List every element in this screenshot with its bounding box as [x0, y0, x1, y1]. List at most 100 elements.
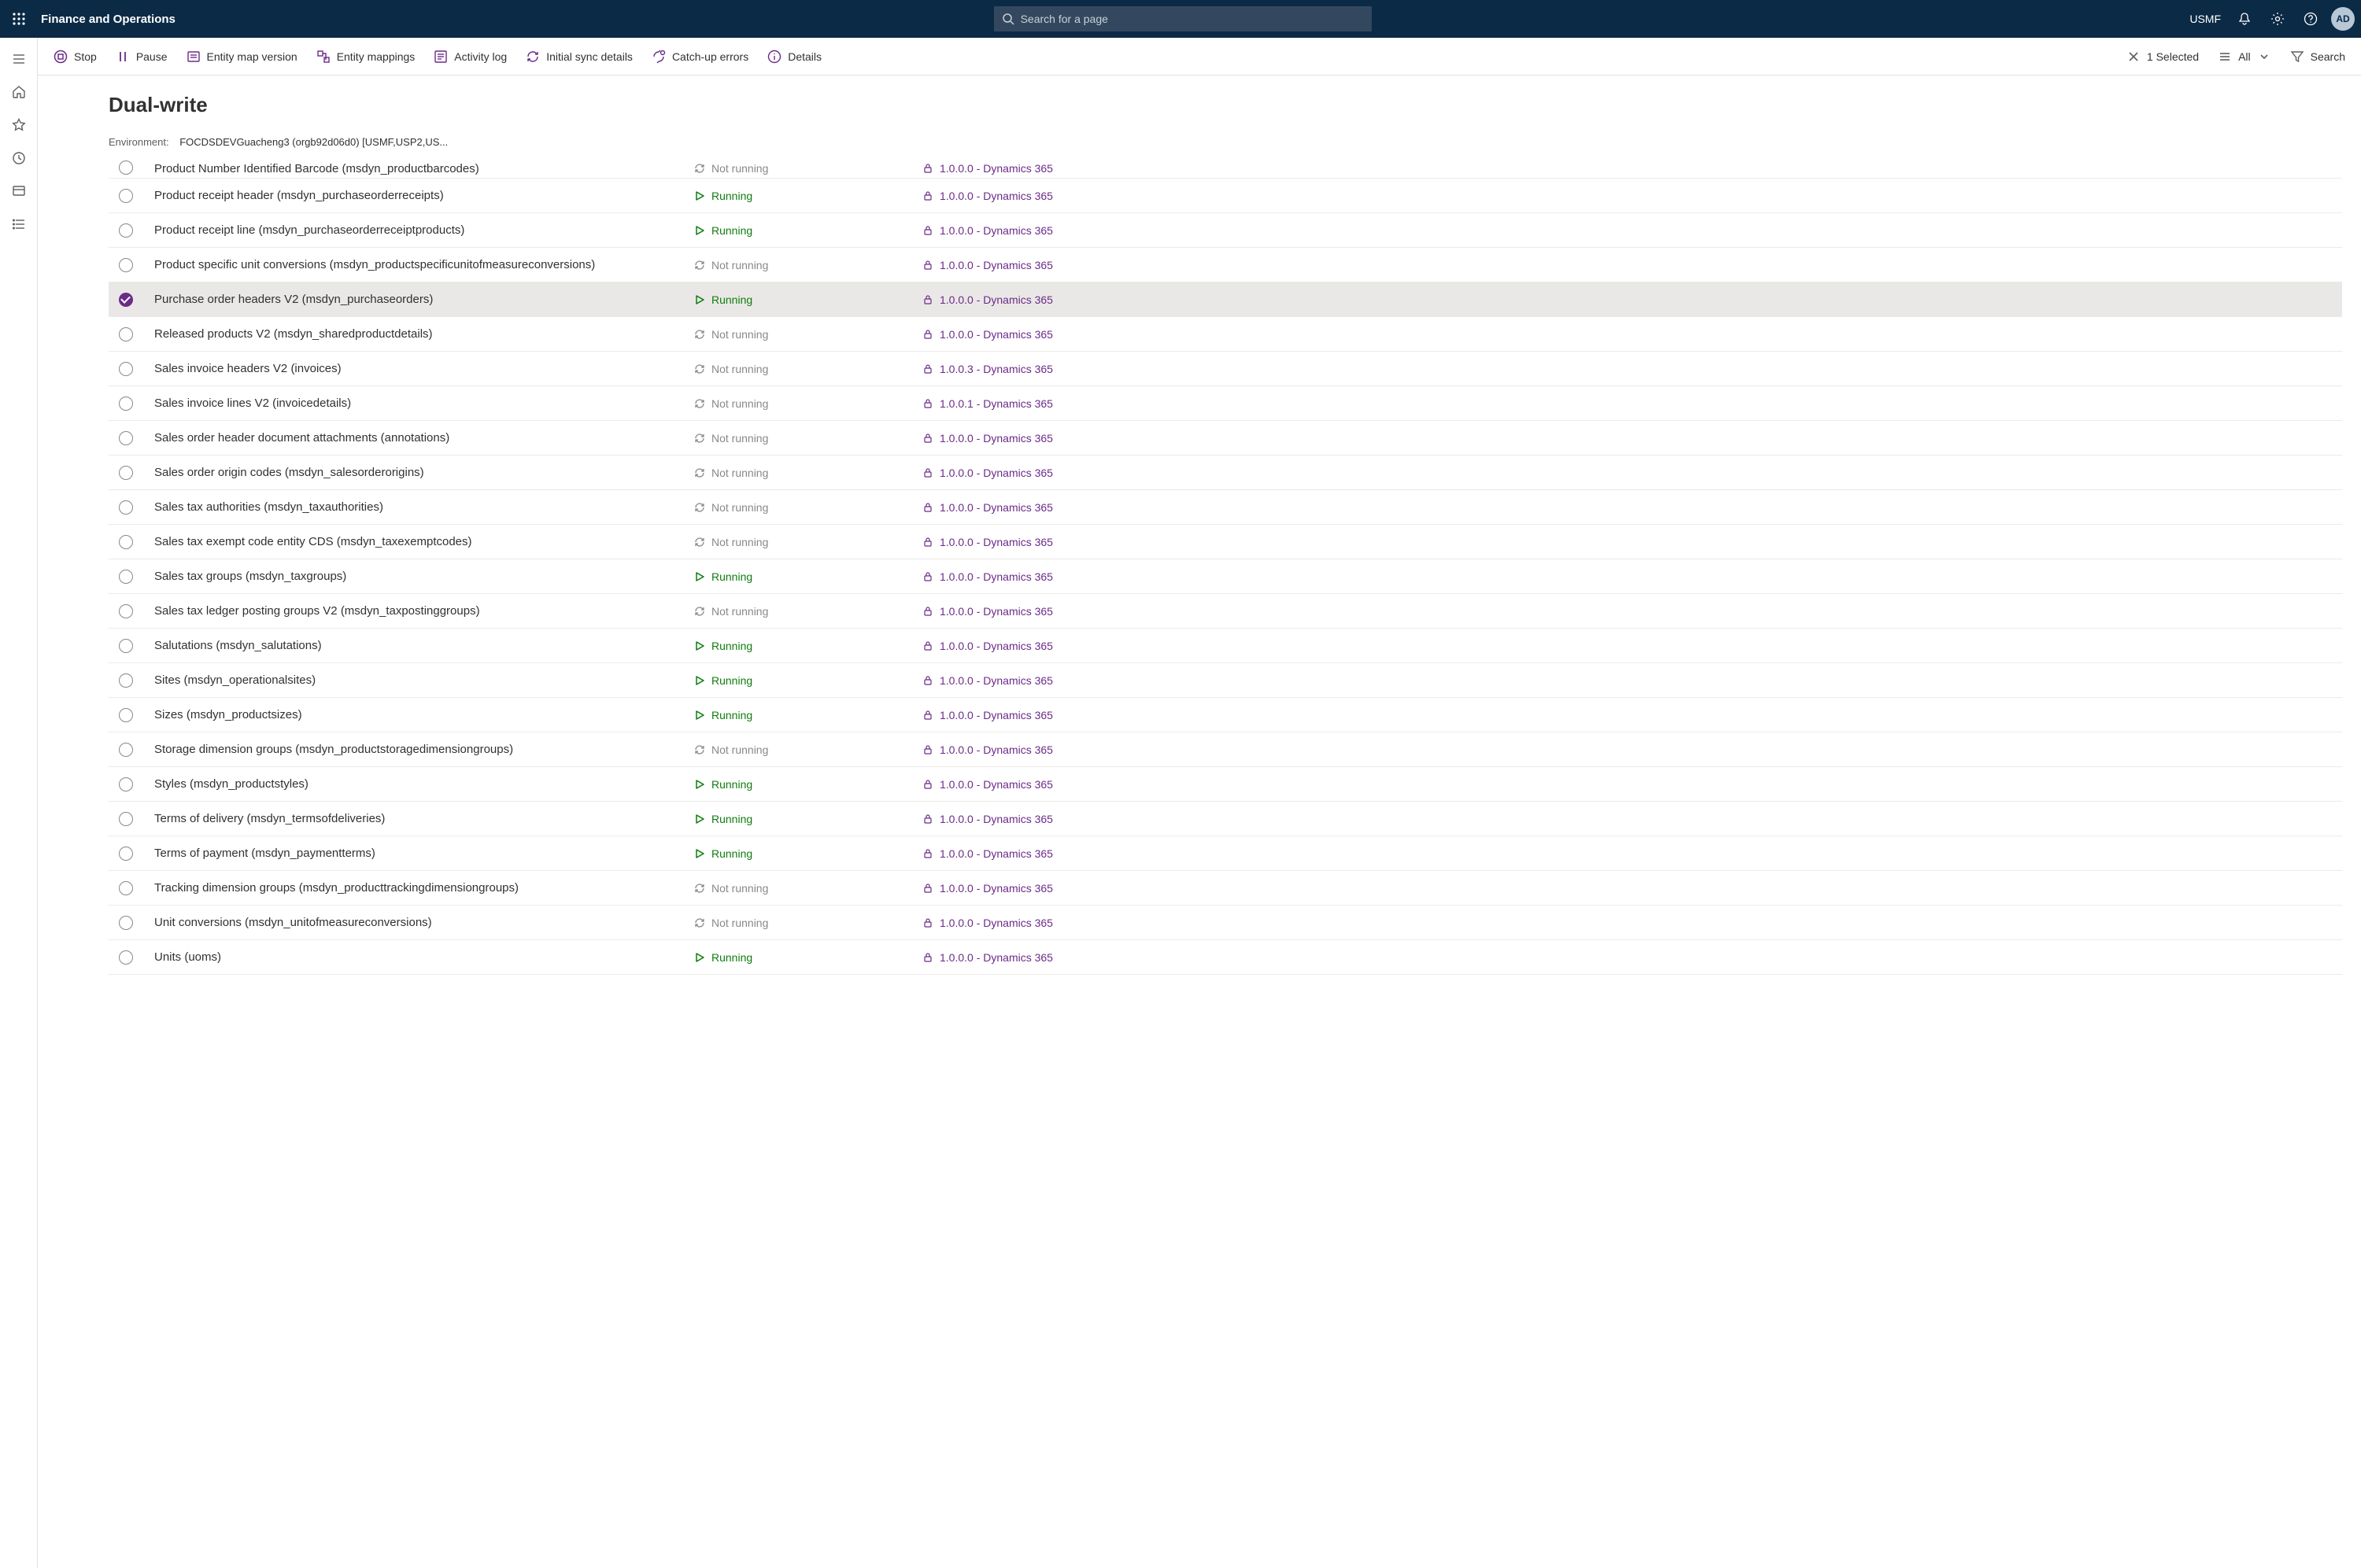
- refresh-icon: [694, 467, 705, 478]
- table-row[interactable]: Sites (msdyn_operationalsites)Running1.0…: [109, 663, 2342, 698]
- pause-button[interactable]: Pause: [116, 50, 168, 64]
- notifications-button[interactable]: [2229, 0, 2260, 38]
- version-cell[interactable]: 1.0.0.0 - Dynamics 365: [922, 951, 1174, 964]
- version-cell[interactable]: 1.0.0.0 - Dynamics 365: [922, 882, 1174, 895]
- nav-modules[interactable]: [3, 209, 35, 239]
- user-avatar[interactable]: AD: [2331, 7, 2355, 31]
- version-cell[interactable]: 1.0.0.0 - Dynamics 365: [922, 190, 1174, 202]
- table-row[interactable]: Units (uoms)Running1.0.0.0 - Dynamics 36…: [109, 940, 2342, 975]
- stop-button[interactable]: Stop: [54, 50, 97, 64]
- row-selector[interactable]: [119, 812, 133, 826]
- row-selector[interactable]: [119, 743, 133, 757]
- version-cell[interactable]: 1.0.0.0 - Dynamics 365: [922, 432, 1174, 445]
- entity-map-version-button[interactable]: Entity map version: [187, 50, 297, 64]
- entity-grid[interactable]: Product Number Identified Barcode (msdyn…: [38, 153, 2361, 1568]
- table-row[interactable]: Product specific unit conversions (msdyn…: [109, 248, 2342, 282]
- global-search-input[interactable]: [1021, 13, 1364, 25]
- entity-mappings-button[interactable]: Entity mappings: [316, 50, 416, 64]
- table-row[interactable]: Released products V2 (msdyn_sharedproduc…: [109, 317, 2342, 352]
- version-cell[interactable]: 1.0.0.0 - Dynamics 365: [922, 709, 1174, 721]
- row-selector[interactable]: [119, 673, 133, 688]
- search-button[interactable]: Search: [2290, 50, 2345, 64]
- left-nav: [0, 38, 38, 1568]
- help-button[interactable]: [2295, 0, 2326, 38]
- table-row[interactable]: Sales tax groups (msdyn_taxgroups)Runnin…: [109, 559, 2342, 594]
- row-selector[interactable]: [119, 639, 133, 653]
- row-selector[interactable]: [119, 916, 133, 930]
- nav-home[interactable]: [3, 77, 35, 107]
- version-cell[interactable]: 1.0.0.0 - Dynamics 365: [922, 640, 1174, 652]
- version-cell[interactable]: 1.0.0.0 - Dynamics 365: [922, 847, 1174, 860]
- nav-hamburger[interactable]: [3, 44, 35, 74]
- version-cell[interactable]: 1.0.0.0 - Dynamics 365: [922, 778, 1174, 791]
- activity-log-button[interactable]: Activity log: [434, 50, 507, 64]
- table-row[interactable]: Sizes (msdyn_productsizes)Running1.0.0.0…: [109, 698, 2342, 732]
- version-cell[interactable]: 1.0.0.0 - Dynamics 365: [922, 224, 1174, 237]
- row-selector[interactable]: [119, 466, 133, 480]
- row-selector[interactable]: [119, 160, 133, 175]
- table-row[interactable]: Salutations (msdyn_salutations)Running1.…: [109, 629, 2342, 663]
- nav-workspaces[interactable]: [3, 176, 35, 206]
- table-row[interactable]: Sales tax ledger posting groups V2 (msdy…: [109, 594, 2342, 629]
- table-row[interactable]: Sales tax authorities (msdyn_taxauthorit…: [109, 490, 2342, 525]
- table-row[interactable]: Sales order header document attachments …: [109, 421, 2342, 456]
- version-cell[interactable]: 1.0.0.0 - Dynamics 365: [922, 293, 1174, 306]
- version-cell[interactable]: 1.0.0.0 - Dynamics 365: [922, 328, 1174, 341]
- table-row[interactable]: Terms of payment (msdyn_paymentterms)Run…: [109, 836, 2342, 871]
- row-selector[interactable]: [119, 223, 133, 238]
- row-selector[interactable]: [119, 397, 133, 411]
- row-selector[interactable]: [119, 777, 133, 791]
- table-row[interactable]: Unit conversions (msdyn_unitofmeasurecon…: [109, 906, 2342, 940]
- table-row[interactable]: Tracking dimension groups (msdyn_product…: [109, 871, 2342, 906]
- initial-sync-details-button[interactable]: Initial sync details: [526, 50, 633, 64]
- version-cell[interactable]: 1.0.0.0 - Dynamics 365: [922, 813, 1174, 825]
- catchup-errors-button[interactable]: Catch-up errors: [652, 50, 748, 64]
- filter-all-dropdown[interactable]: All: [2218, 50, 2271, 64]
- row-selector[interactable]: [119, 431, 133, 445]
- table-row[interactable]: Terms of delivery (msdyn_termsofdeliveri…: [109, 802, 2342, 836]
- table-row[interactable]: Sales order origin codes (msdyn_salesord…: [109, 456, 2342, 490]
- version-cell[interactable]: 1.0.0.0 - Dynamics 365: [922, 917, 1174, 929]
- row-selector[interactable]: [119, 708, 133, 722]
- version-cell[interactable]: 1.0.0.3 - Dynamics 365: [922, 363, 1174, 375]
- app-launcher-button[interactable]: [0, 0, 38, 38]
- row-selector[interactable]: [119, 881, 133, 895]
- row-selector[interactable]: [119, 570, 133, 584]
- settings-button[interactable]: [2262, 0, 2293, 38]
- version-cell[interactable]: 1.0.0.0 - Dynamics 365: [922, 501, 1174, 514]
- version-cell[interactable]: 1.0.0.0 - Dynamics 365: [922, 467, 1174, 479]
- table-row[interactable]: Sales tax exempt code entity CDS (msdyn_…: [109, 525, 2342, 559]
- details-button[interactable]: Details: [767, 50, 822, 64]
- row-selector[interactable]: [119, 535, 133, 549]
- version-cell[interactable]: 1.0.0.0 - Dynamics 365: [922, 536, 1174, 548]
- table-row[interactable]: Product receipt line (msdyn_purchaseorde…: [109, 213, 2342, 248]
- table-row[interactable]: Styles (msdyn_productstyles)Running1.0.0…: [109, 767, 2342, 802]
- table-row[interactable]: Product Number Identified Barcode (msdyn…: [109, 157, 2342, 179]
- version-cell[interactable]: 1.0.0.1 - Dynamics 365: [922, 397, 1174, 410]
- row-selector[interactable]: [119, 189, 133, 203]
- table-row[interactable]: Product receipt header (msdyn_purchaseor…: [109, 179, 2342, 213]
- row-selector[interactable]: [119, 950, 133, 965]
- table-row[interactable]: Purchase order headers V2 (msdyn_purchas…: [109, 282, 2342, 317]
- row-selector[interactable]: [119, 293, 133, 307]
- table-row[interactable]: Sales invoice headers V2 (invoices)Not r…: [109, 352, 2342, 386]
- version-cell[interactable]: 1.0.0.0 - Dynamics 365: [922, 162, 1174, 175]
- table-row[interactable]: Storage dimension groups (msdyn_products…: [109, 732, 2342, 767]
- row-selector[interactable]: [119, 847, 133, 861]
- version-cell[interactable]: 1.0.0.0 - Dynamics 365: [922, 605, 1174, 618]
- nav-recent[interactable]: [3, 143, 35, 173]
- version-cell[interactable]: 1.0.0.0 - Dynamics 365: [922, 743, 1174, 756]
- version-cell[interactable]: 1.0.0.0 - Dynamics 365: [922, 674, 1174, 687]
- row-selector[interactable]: [119, 362, 133, 376]
- clear-selection-button[interactable]: 1 Selected: [2126, 50, 2199, 64]
- nav-favorites[interactable]: [3, 110, 35, 140]
- row-selector[interactable]: [119, 258, 133, 272]
- version-cell[interactable]: 1.0.0.0 - Dynamics 365: [922, 570, 1174, 583]
- table-row[interactable]: Sales invoice lines V2 (invoicedetails)N…: [109, 386, 2342, 421]
- global-search[interactable]: [994, 6, 1372, 31]
- row-selector[interactable]: [119, 327, 133, 341]
- company-code[interactable]: USMF: [2189, 13, 2221, 25]
- row-selector[interactable]: [119, 604, 133, 618]
- row-selector[interactable]: [119, 500, 133, 515]
- version-cell[interactable]: 1.0.0.0 - Dynamics 365: [922, 259, 1174, 271]
